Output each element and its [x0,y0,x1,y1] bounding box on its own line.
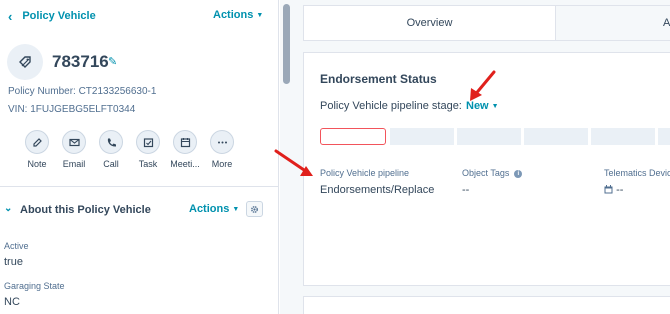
sidebar-scrollbar[interactable] [280,0,293,314]
record-avatar [7,44,43,80]
endorsement-status-card: Endorsement Status Policy Vehicle pipeli… [303,52,670,286]
note-button-label[interactable]: Note [20,159,54,169]
call-button-label[interactable]: Call [94,159,128,169]
note-icon[interactable] [25,130,49,154]
telematics-value[interactable]: -- [616,184,623,196]
object-tags-label: Object Tags [462,168,510,178]
pipeline-stage-value[interactable]: New [466,100,489,112]
vin: VIN: 1FUJGEBG5ELFT0344 [8,104,136,115]
actions-dropdown-label[interactable]: Actions [213,9,253,21]
about-actions-dropdown[interactable]: Actions ▼ [189,203,239,215]
tab-activities[interactable]: A [556,6,670,40]
field-label-telematics: Telematics Devic [604,168,670,178]
info-icon[interactable]: i [514,169,523,178]
note-button[interactable]: Note [24,130,50,169]
actions-dropdown[interactable]: Actions ▼ [213,9,263,21]
property-value-garaging-state[interactable]: NC [4,296,20,308]
tab-overview[interactable]: Overview [304,6,556,40]
sidebar-divider [278,0,279,314]
calendar-icon [604,185,613,197]
pencil-icon[interactable]: ✎ [108,55,117,68]
activity-actions: Note Email Call Task Meeti... More [24,130,235,169]
chevron-down-icon[interactable]: ⌄ [4,203,12,214]
back-link[interactable]: ‹ Policy Vehicle [8,8,96,24]
task-button-label[interactable]: Task [131,159,165,169]
field-label-object-tags: Object Tags i [462,168,523,178]
property-label-garaging-state: Garaging State [4,281,65,291]
settings-button[interactable] [246,201,263,217]
record-title: 783716 [52,52,109,71]
email-button-label[interactable]: Email [57,159,91,169]
pipeline-stage-dropdown[interactable]: New ▼ [466,100,499,112]
scrollbar-thumb[interactable] [283,4,290,84]
policy-number: Policy Number: CT2133256630-1 [8,86,157,97]
calendar-icon[interactable] [173,130,197,154]
next-card [303,296,670,314]
meeting-button-label[interactable]: Meeti... [168,159,202,169]
chevron-left-icon[interactable]: ‹ [8,9,12,24]
call-button[interactable]: Call [98,130,124,169]
field-value-pipeline[interactable]: Endorsements/Replace [320,184,434,196]
caret-down-icon[interactable]: ▼ [232,206,239,213]
caret-down-icon[interactable]: ▼ [256,12,263,19]
pipeline-stage-segment[interactable] [320,128,386,145]
more-button[interactable]: More [209,130,235,169]
email-button[interactable]: Email [61,130,87,169]
email-icon[interactable] [62,130,86,154]
task-icon[interactable] [136,130,160,154]
pipeline-stage-segment[interactable] [524,128,588,145]
record-sidebar: ‹ Policy Vehicle Actions ▼ 783716 ✎ Polic… [0,0,278,314]
field-value-object-tags[interactable]: -- [462,184,469,196]
caret-down-icon[interactable]: ▼ [492,103,499,110]
field-label-pipeline: Policy Vehicle pipeline [320,168,410,178]
vehicle-tag-icon [19,56,31,68]
pipeline-stage-segment[interactable] [390,128,454,145]
card-title: Endorsement Status [320,72,437,86]
section-divider [0,186,278,187]
more-icon[interactable] [210,130,234,154]
back-link-label[interactable]: Policy Vehicle [22,10,95,22]
gear-icon[interactable] [250,205,259,214]
task-button[interactable]: Task [135,130,161,169]
phone-icon[interactable] [99,130,123,154]
more-button-label[interactable]: More [205,159,239,169]
pipeline-stage-segment[interactable] [591,128,655,145]
property-label-active: Active [4,241,29,251]
pipeline-stage-segment[interactable] [658,128,670,145]
record-tabs: Overview A [303,5,670,41]
pipeline-stage-label: Policy Vehicle pipeline stage: [320,100,462,112]
about-section-title[interactable]: About this Policy Vehicle [20,204,151,216]
about-actions-label[interactable]: Actions [189,203,229,215]
meeting-button[interactable]: Meeti... [170,130,200,169]
main-panel: Overview A Endorsement Status Policy Veh… [293,0,670,314]
field-value-telematics[interactable]: -- [604,184,623,197]
pipeline-stage-segment[interactable] [457,128,521,145]
property-value-active[interactable]: true [4,256,23,268]
tab-activities-label[interactable]: A [663,17,670,29]
